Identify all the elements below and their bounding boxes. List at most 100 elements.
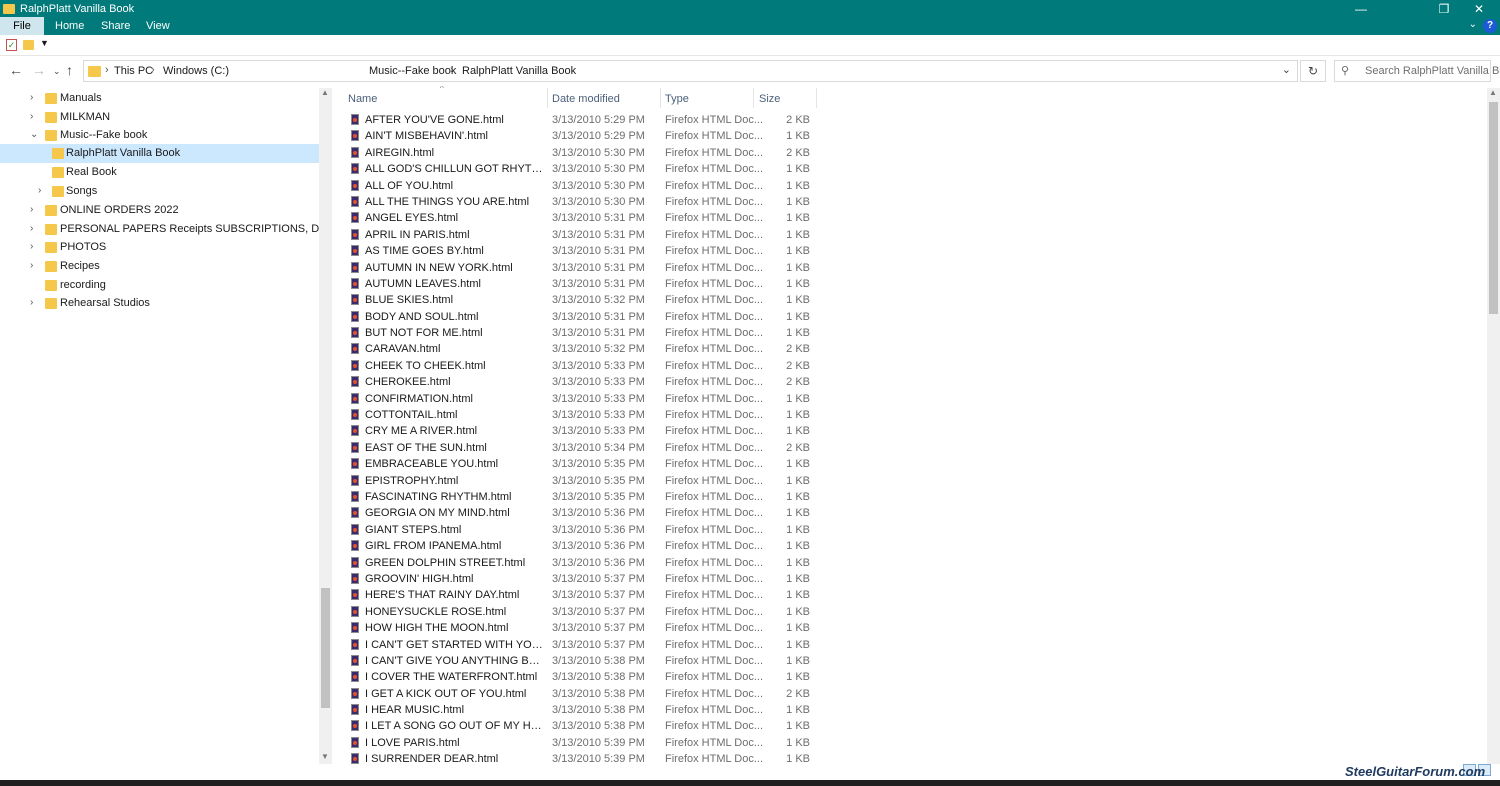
breadcrumb-music-fake-book[interactable]: Music--Fake book (369, 65, 456, 77)
table-row[interactable]: AIREGIN.html 3/13/2010 5:30 PM Firefox HTM… (332, 145, 1487, 161)
table-row[interactable]: AFTER YOU'VE GONE.html 3/13/2010 5:29 PM F… (332, 112, 1487, 128)
table-row[interactable]: COTTONTAIL.html 3/13/2010 5:33 PM Firefox … (332, 407, 1487, 423)
table-row[interactable]: GROOVIN' HIGH.html 3/13/2010 5:37 PM Firef… (332, 571, 1487, 587)
table-row[interactable]: AUTUMN LEAVES.html 3/13/2010 5:31 PM Firef… (332, 276, 1487, 292)
table-row[interactable]: AUTUMN IN NEW YORK.html 3/13/2010 5:31 PM… (332, 260, 1487, 276)
tree-item[interactable]: Real Book (0, 163, 319, 182)
table-row[interactable]: ALL GOD'S CHILLUN GOT RHYTHM.html 3/13/20… (332, 161, 1487, 177)
table-row[interactable]: EPISTROPHY.html 3/13/2010 5:35 PM Firefox … (332, 473, 1487, 489)
address-bar[interactable]: › This PC › Windows (C:) Music--Fake boo… (83, 60, 1298, 82)
chevron-right-icon[interactable]: › (105, 64, 109, 76)
table-row[interactable]: I GET A KICK OUT OF YOU.html 3/13/2010 5:… (332, 686, 1487, 702)
table-row[interactable]: HOW HIGH THE MOON.html 3/13/2010 5:37 PM F… (332, 620, 1487, 636)
column-size[interactable]: Size (759, 93, 780, 105)
table-row[interactable]: I LET A SONG GO OUT OF MY HEART.html 3/13… (332, 718, 1487, 734)
chevron-icon[interactable]: ⌄ (30, 129, 38, 140)
chevron-icon[interactable]: › (30, 297, 33, 308)
tree-item[interactable]: › Manuals (0, 89, 319, 108)
table-row[interactable]: GEORGIA ON MY MIND.html 3/13/2010 5:36 PM… (332, 505, 1487, 521)
table-row[interactable]: I HEAR MUSIC.html 3/13/2010 5:38 PM Firefo… (332, 702, 1487, 718)
close-button[interactable]: ✕ (1456, 0, 1500, 17)
table-row[interactable]: BUT NOT FOR ME.html 3/13/2010 5:31 PM Fire… (332, 325, 1487, 341)
table-row[interactable]: AS TIME GOES BY.html 3/13/2010 5:31 PM Fir… (332, 243, 1487, 259)
chevron-icon[interactable]: › (30, 260, 33, 271)
table-row[interactable]: CHEEK TO CHEEK.html 3/13/2010 5:33 PM Fire… (332, 358, 1487, 374)
column-divider[interactable] (547, 88, 548, 108)
table-row[interactable]: GIANT STEPS.html 3/13/2010 5:36 PM Firefox… (332, 522, 1487, 538)
column-date-modified[interactable]: Date modified (552, 93, 620, 105)
tree-item[interactable]: › Songs (0, 182, 319, 201)
breadcrumb-current-folder[interactable]: RalphPlatt Vanilla Book (462, 65, 576, 77)
tree-item[interactable]: › Rehearsal Studios (0, 294, 319, 313)
scroll-thumb[interactable] (1489, 102, 1498, 314)
breadcrumb-this-pc[interactable]: This PC (114, 65, 153, 77)
chevron-icon[interactable]: › (30, 204, 33, 215)
table-row[interactable]: GREEN DOLPHIN STREET.html 3/13/2010 5:36 … (332, 555, 1487, 571)
new-folder-icon[interactable] (23, 40, 34, 50)
scroll-up-icon[interactable]: ▲ (1489, 88, 1497, 97)
table-row[interactable]: I CAN'T GET STARTED WITH YOU.html 3/13/20… (332, 637, 1487, 653)
customize-dropdown-icon[interactable]: ▼ (40, 38, 49, 48)
table-row[interactable]: HONEYSUCKLE ROSE.html 3/13/2010 5:37 PM Fi… (332, 604, 1487, 620)
file-list-scrollbar[interactable]: ▲ (1487, 88, 1500, 764)
breadcrumb-windows-c[interactable]: Windows (C:) (163, 65, 229, 77)
chevron-icon[interactable]: › (30, 241, 33, 252)
table-row[interactable]: CHEROKEE.html 3/13/2010 5:33 PM Firefox HT… (332, 374, 1487, 390)
table-row[interactable]: ANGEL EYES.html 3/13/2010 5:31 PM Firefox … (332, 210, 1487, 226)
refresh-button[interactable]: ↻ (1300, 60, 1326, 82)
tab-file[interactable]: File (0, 17, 44, 35)
table-row[interactable]: BODY AND SOUL.html 3/13/2010 5:31 PM Firef… (332, 309, 1487, 325)
table-row[interactable]: ALL OF YOU.html 3/13/2010 5:30 PM Firefox … (332, 178, 1487, 194)
table-row[interactable]: CRY ME A RIVER.html 3/13/2010 5:33 PM Fire… (332, 423, 1487, 439)
table-row[interactable]: AIN'T MISBEHAVIN'.html 3/13/2010 5:29 PM F… (332, 128, 1487, 144)
chevron-icon[interactable]: › (30, 92, 33, 103)
up-arrow-icon[interactable]: ↑ (66, 62, 73, 78)
tab-share[interactable]: Share (101, 17, 130, 35)
scroll-up-icon[interactable]: ▲ (321, 88, 329, 97)
search-input[interactable]: ⚲ Search RalphPlatt Vanilla Bo... (1334, 60, 1500, 82)
table-row[interactable]: I LOVE PARIS.html 3/13/2010 5:39 PM Firefo… (332, 735, 1487, 751)
chevron-icon[interactable]: › (38, 185, 41, 196)
column-divider[interactable] (753, 88, 754, 108)
table-row[interactable]: ALL THE THINGS YOU ARE.html 3/13/2010 5:3… (332, 194, 1487, 210)
chevron-down-icon[interactable]: ⌄ (1469, 19, 1477, 30)
column-divider[interactable] (660, 88, 661, 108)
tree-item[interactable]: › PHOTOS (0, 238, 319, 257)
chevron-right-icon[interactable]: › (450, 64, 454, 76)
table-row[interactable]: BLUE SKIES.html 3/13/2010 5:32 PM Firefox … (332, 292, 1487, 308)
table-row[interactable]: HERE'S THAT RAINY DAY.html 3/13/2010 5:37… (332, 587, 1487, 603)
column-name[interactable]: Name (348, 93, 377, 105)
scroll-thumb[interactable] (321, 588, 330, 708)
table-row[interactable]: APRIL IN PARIS.html 3/13/2010 5:31 PM Fire… (332, 227, 1487, 243)
tree-item[interactable]: › Recipes (0, 257, 319, 276)
table-row[interactable]: GIRL FROM IPANEMA.html 3/13/2010 5:36 PM F… (332, 538, 1487, 554)
tab-home[interactable]: Home (55, 17, 84, 35)
chevron-icon[interactable]: › (30, 111, 33, 122)
tree-item[interactable]: RalphPlatt Vanilla Book (0, 144, 319, 163)
tree-item[interactable]: recording (0, 276, 319, 295)
chevron-down-icon[interactable]: ⌄ (1282, 63, 1291, 76)
forward-arrow-icon[interactable]: → (32, 62, 46, 78)
recent-locations-icon[interactable]: ⌄ (53, 66, 61, 77)
scroll-down-icon[interactable]: ▼ (321, 752, 329, 761)
help-icon[interactable]: ? (1483, 19, 1497, 33)
tree-item[interactable]: › MILKMAN (0, 108, 319, 127)
chevron-right-icon[interactable]: › (151, 64, 155, 76)
minimize-button[interactable]: — (1338, 0, 1384, 17)
table-row[interactable]: CONFIRMATION.html 3/13/2010 5:33 PM Firefo… (332, 391, 1487, 407)
tree-item[interactable]: › PERSONAL PAPERS Receipts SUBSCRIPTIONS,… (0, 220, 382, 239)
table-row[interactable]: CARAVAN.html 3/13/2010 5:32 PM Firefox HTM… (332, 341, 1487, 357)
tree-item[interactable]: › ONLINE ORDERS 2022 (0, 201, 319, 220)
tree-item[interactable]: ⌄ Music--Fake book (0, 126, 319, 145)
chevron-icon[interactable]: › (30, 223, 33, 234)
properties-icon[interactable]: ✓ (6, 39, 17, 51)
table-row[interactable]: EMBRACEABLE YOU.html 3/13/2010 5:35 PM Fir… (332, 456, 1487, 472)
nav-scrollbar[interactable]: ▲ ▼ (319, 88, 332, 764)
back-arrow-icon[interactable]: ← (9, 62, 23, 78)
tab-view[interactable]: View (146, 17, 170, 35)
table-row[interactable]: I SURRENDER DEAR.html 3/13/2010 5:39 PM Fi… (332, 751, 1487, 764)
table-row[interactable]: I COVER THE WATERFRONT.html 3/13/2010 5:3… (332, 669, 1487, 685)
table-row[interactable]: EAST OF THE SUN.html 3/13/2010 5:34 PM Fir… (332, 440, 1487, 456)
table-row[interactable]: I CAN'T GIVE YOU ANYTHING BUT LOVE.... 3/… (332, 653, 1487, 669)
column-type[interactable]: Type (665, 93, 689, 105)
